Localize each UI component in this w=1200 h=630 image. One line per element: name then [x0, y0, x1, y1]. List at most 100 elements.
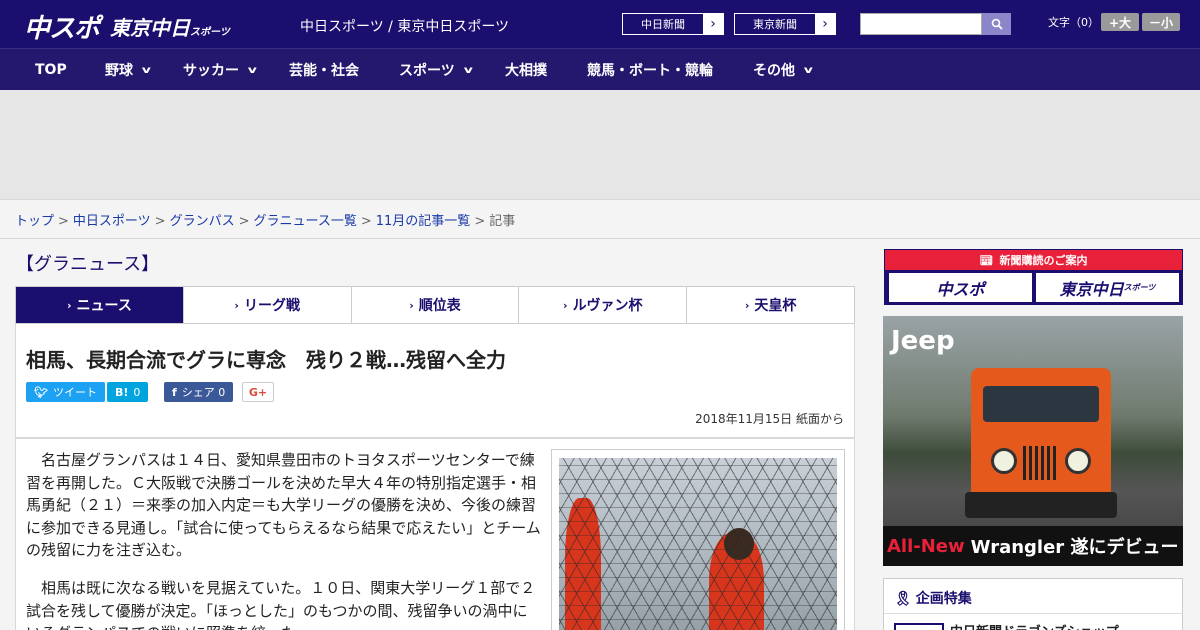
article-date: 2018年11月15日 紙面から — [695, 412, 844, 426]
breadcrumb: トップ > 中日スポーツ > グランパス > グラニュース一覧 >11月の記事一覧 > 記事 — [15, 214, 516, 229]
site-links[interactable]: 中日スポーツ / 東京中日スポーツ — [300, 16, 509, 36]
tab-levain-cup[interactable]: › ルヴァン杯 — [519, 287, 688, 323]
subscription-box: 📰︎ 新聞購読のご案内 中スポ 東京中日 スポーツ — [884, 249, 1183, 305]
feature-head-label: 企画特集 — [915, 591, 972, 607]
goal-net — [559, 458, 837, 630]
subscribe-tokyo-chunichi[interactable]: 東京中日 スポーツ — [1036, 273, 1179, 302]
twitter-icon: 🐦︎ — [34, 385, 48, 399]
nav-item-label: 競馬・ボート・競輪 — [587, 63, 713, 79]
ad-vehicle-image — [965, 368, 1117, 518]
tab-label: ルヴァン杯 — [572, 298, 643, 314]
tweet-label: ツイート — [52, 386, 97, 399]
ad-tagline-red: All-New — [887, 535, 965, 557]
hatena-button[interactable]: B! 0 — [107, 382, 149, 402]
tab-label: ニュース — [76, 298, 132, 314]
tab-news[interactable]: › ニュース — [16, 287, 184, 323]
tokyo-shimbun-button[interactable]: 東京新聞 › — [734, 13, 836, 35]
nav-item-label: その他 — [753, 63, 795, 79]
nav-item-baseball[interactable]: 野球 v — [105, 49, 151, 91]
hatena-count: 0 — [133, 385, 141, 399]
nav-item-top[interactable]: TOP — [35, 49, 67, 91]
article-body: 名古屋グランパスは１４日、愛知県豊田市のトヨタスポーツセンターで練習を再開した。… — [15, 438, 855, 630]
article-header: 相馬、長期合流でグラに専念 残り２戦…残留へ全力 🐦︎ ツイート B! 0 f シェア… — [15, 324, 855, 438]
tweet-button[interactable]: 🐦︎ ツイート — [26, 382, 105, 402]
font-smaller-button[interactable]: －小 — [1142, 13, 1180, 31]
subscription-head: 📰︎ 新聞購読のご案内 — [885, 250, 1182, 270]
chevron-right-icon: › — [815, 14, 835, 34]
nav-item-label: TOP — [35, 62, 67, 78]
tokyo-chunichi-logo-sub: スポーツ — [190, 27, 230, 38]
search-input[interactable] — [860, 13, 982, 35]
top-ad-banner — [0, 90, 1200, 200]
chunichi-shimbun-button[interactable]: 中日新聞 › — [622, 13, 724, 35]
tokyo-chunichi-logo[interactable]: 東京中日スポーツ — [110, 12, 230, 41]
tab-label: 順位表 — [418, 298, 461, 314]
google-plus-button[interactable]: G+ — [242, 382, 274, 402]
breadcrumb-link[interactable]: トップ — [15, 214, 54, 229]
tab-label: リーグ戦 — [243, 298, 300, 314]
subscribe-tokyo-chunichi-text: 東京中日 — [1059, 279, 1124, 299]
nav-item-sports[interactable]: スポーツ v — [399, 49, 473, 91]
font-size-label: 文字（0） — [1048, 16, 1099, 29]
breadcrumb-current: 記事 — [489, 214, 516, 229]
chevron-right-icon: › — [409, 298, 414, 312]
chevron-down-icon: v — [803, 64, 813, 76]
subscribe-chunichi-sports[interactable]: 中スポ — [889, 273, 1032, 302]
sidebar-ad[interactable]: Jeep All-New Wrangler 遂にデビュー — [883, 316, 1183, 566]
article-photo[interactable] — [559, 458, 837, 630]
feature-item-link[interactable]: 中日新聞ドラゴンズショップ — [950, 621, 1119, 630]
breadcrumb-link[interactable]: グラニュース一覧 — [254, 214, 357, 229]
nav-item-racing[interactable]: 競馬・ボート・競輪 — [587, 49, 713, 91]
feature-box: 🎗︎企画特集 中日新聞ドラゴンズショップ — [883, 578, 1183, 630]
nav-item-label: 芸能・社会 — [289, 63, 359, 79]
newspaper-icon: 📰︎ — [979, 253, 994, 267]
article-paragraph: 名古屋グランパスは１４日、愛知県豊田市のトヨタスポーツセンターで練習を再開した。… — [26, 451, 541, 559]
tokyo-shimbun-label: 東京新聞 — [753, 18, 797, 31]
nav-item-label: スポーツ — [399, 63, 455, 79]
divider — [884, 613, 1182, 614]
ribbon-icon: 🎗︎ — [894, 591, 912, 607]
search-icon — [991, 18, 1003, 30]
subscribe-tokyo-chunichi-sub: スポーツ — [1123, 283, 1156, 292]
section-title: 【グラニュース】 — [16, 254, 160, 275]
facebook-icon: f — [172, 385, 177, 399]
chunichi-sports-logo[interactable]: 中スポ — [24, 8, 100, 45]
tab-league[interactable]: › リーグ戦 — [184, 287, 352, 323]
ad-tagline: All-New Wrangler 遂にデビュー — [883, 526, 1183, 566]
nav-item-other[interactable]: その他 v — [753, 49, 813, 91]
chevron-down-icon: v — [141, 64, 151, 76]
chevron-down-icon: v — [247, 64, 257, 76]
breadcrumb-link[interactable]: 11月の記事一覧 — [376, 214, 471, 229]
feature-head: 🎗︎ 企画特集 — [894, 588, 972, 608]
search-button[interactable] — [982, 13, 1011, 35]
main-nav: TOP 野球 v サッカー v 芸能・社会 スポーツ v 大相撲 競馬・ボート・競輪 … — [0, 48, 1200, 90]
tab-emperors-cup[interactable]: › 天皇杯 — [687, 287, 854, 323]
chevron-right-icon: › — [66, 298, 72, 312]
tab-standings[interactable]: › 順位表 — [352, 287, 520, 323]
chevron-right-icon: › — [234, 298, 239, 312]
divider — [0, 238, 1200, 239]
chevron-right-icon: › — [703, 14, 723, 34]
article-photo-frame — [551, 449, 845, 630]
nav-item-label: サッカー — [183, 63, 239, 79]
facebook-share-button[interactable]: f シェア 0 — [164, 382, 234, 402]
chunichi-shimbun-label: 中日新聞 — [641, 18, 685, 31]
chevron-right-icon: › — [744, 298, 750, 312]
site-header: 中スポ 東京中日スポーツ 中日スポーツ / 東京中日スポーツ 中日新聞 › 東京… — [0, 0, 1200, 48]
font-bigger-button[interactable]: +大 — [1101, 13, 1139, 31]
tokyo-chunichi-logo-text: 東京中日 — [110, 16, 190, 40]
hatena-icon: B! — [115, 385, 129, 399]
nav-item-sumo[interactable]: 大相撲 — [505, 49, 547, 91]
ad-brand: Jeep — [891, 326, 955, 356]
tab-bar: › ニュース › リーグ戦 › 順位表 › ルヴァン杯 › 天皇杯 — [15, 286, 855, 324]
nav-item-entertainment[interactable]: 芸能・社会 — [289, 49, 359, 91]
facebook-count: 0 — [218, 385, 226, 399]
nav-item-soccer[interactable]: サッカー v — [183, 49, 257, 91]
breadcrumb-link[interactable]: 中日スポーツ — [73, 214, 151, 229]
breadcrumb-link[interactable]: グランパス — [170, 214, 235, 229]
feature-thumbnail[interactable] — [894, 623, 944, 630]
tab-label: 天皇杯 — [754, 298, 797, 314]
chevron-down-icon: v — [463, 64, 473, 76]
article-paragraph: 相馬は既に次なる戦いを見据えていた。１０日、関東大学リーグ１部で２試合を残して優… — [26, 579, 536, 630]
facebook-share-label: シェア — [181, 386, 215, 399]
